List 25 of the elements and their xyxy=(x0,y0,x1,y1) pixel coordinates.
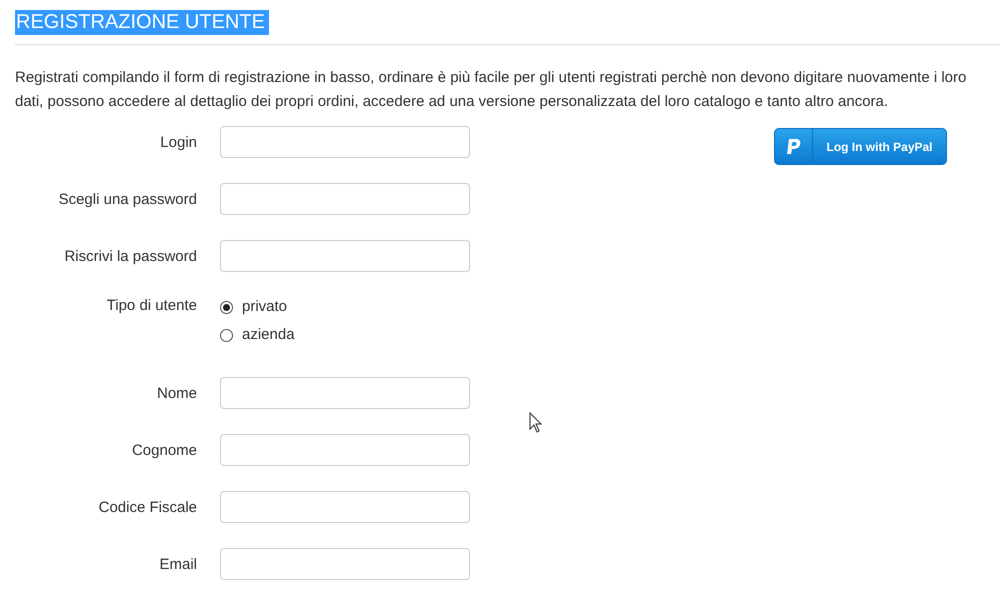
option-label: privato xyxy=(242,297,288,317)
input-field[interactable] xyxy=(220,548,470,580)
input-field[interactable] xyxy=(220,434,470,466)
radio-option[interactable]: privato xyxy=(220,297,470,317)
option-label: azienda xyxy=(242,325,295,345)
cursor-icon xyxy=(529,412,543,433)
input-field[interactable] xyxy=(220,240,470,272)
page-title: REGISTRAZIONE UTENTE xyxy=(15,10,269,35)
field-label: Codice Fiscale xyxy=(98,498,197,516)
field-label: Cognome xyxy=(130,442,197,458)
field-label: Nome xyxy=(156,384,197,402)
field-label: Email xyxy=(158,556,197,572)
intro-text: Registrati compilando il form di registrazione in basso, ordinare è più facile per gli utenti registrati perchè non devono digitare nuovamente i loro dati, possono accedere al dettaglio dei propri ordini, accedere ad una versione personalizzata del loro catalogo e tanto altro ancora. xyxy=(15,68,968,112)
field-label: Scegli una password xyxy=(58,190,197,208)
input-field[interactable] xyxy=(220,183,470,215)
field-label: Login xyxy=(159,134,197,150)
field-label: Riscrivi la password xyxy=(63,248,197,264)
radio-icon[interactable] xyxy=(220,300,233,314)
input-field[interactable] xyxy=(220,377,470,409)
input-field[interactable] xyxy=(220,491,470,523)
radio-icon[interactable] xyxy=(220,328,233,342)
radio-option[interactable]: azienda xyxy=(220,325,470,345)
input-field[interactable] xyxy=(220,126,470,158)
paypal-button[interactable]: Log In with PayPal xyxy=(774,128,947,165)
field-label: Tipo di utente xyxy=(106,297,197,314)
